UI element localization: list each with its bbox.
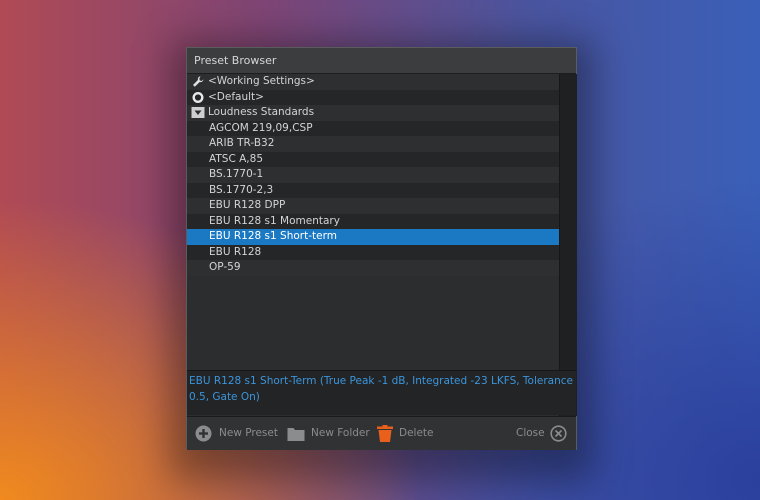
close-icon xyxy=(550,425,567,442)
footer-toolbar: New Preset New Folder Delete Close xyxy=(187,416,576,450)
delete-button[interactable]: Delete xyxy=(377,417,437,450)
list-item-label: EBU R128 DPP xyxy=(209,199,286,211)
list-item-label: <Working Settings> xyxy=(208,75,315,87)
folder-loudness-standards[interactable]: Loudness Standards xyxy=(187,105,559,121)
list-item[interactable]: EBU R128 DPP xyxy=(187,198,559,214)
list-item-label: OP-59 xyxy=(209,261,241,273)
list-item-label: EBU R128 xyxy=(209,245,262,258)
list-item[interactable]: AGCOM 219,09,CSP xyxy=(187,120,559,136)
wrench-icon xyxy=(193,76,204,87)
list-item-label: ATSC A,85 xyxy=(209,152,263,165)
list-scrollbar[interactable] xyxy=(559,74,577,416)
folder-expanded-icon xyxy=(191,107,205,118)
list-item-label: AGCOM 219,09,CSP xyxy=(209,121,313,134)
new-folder-button[interactable]: New Folder xyxy=(287,417,370,450)
window-title: Preset Browser xyxy=(187,48,576,74)
new-preset-button[interactable]: New Preset xyxy=(195,417,278,450)
trash-icon xyxy=(377,425,393,442)
list-item[interactable]: ARIB TR-B32 xyxy=(187,136,559,152)
list-item-working-settings[interactable]: <Working Settings> xyxy=(187,74,559,90)
list-item-label: <Default> xyxy=(208,90,264,103)
folder-icon xyxy=(287,428,305,441)
plus-circle-icon xyxy=(195,425,212,442)
list-item[interactable]: EBU R128 xyxy=(187,244,559,260)
preset-list: <Working Settings> <Default> Loudness St… xyxy=(187,74,559,416)
list-item[interactable]: BS.1770-1 xyxy=(187,167,559,183)
list-item-label: BS.1770-2,3 xyxy=(209,183,274,196)
new-folder-label: New Folder xyxy=(311,427,370,439)
list-item[interactable]: EBU R128 s1 Momentary xyxy=(187,213,559,229)
list-item[interactable]: ATSC A,85 xyxy=(187,151,559,167)
preset-browser-window: Preset Browser <Working Settings> <Defau… xyxy=(186,47,577,450)
delete-label: Delete xyxy=(399,427,434,439)
list-item-label: EBU R128 s1 Short-term xyxy=(209,230,337,242)
list-item-label: EBU R128 s1 Momentary xyxy=(209,214,340,227)
preset-description: EBU R128 s1 Short-Term (True Peak -1 dB,… xyxy=(187,370,576,415)
close-label: Close xyxy=(516,427,545,439)
list-item[interactable]: OP-59 xyxy=(187,260,559,276)
list-item-default[interactable]: <Default> xyxy=(187,89,559,105)
list-item-label: ARIB TR-B32 xyxy=(209,137,275,149)
list-item-label: BS.1770-1 xyxy=(209,168,264,180)
circle-icon xyxy=(192,91,204,103)
list-item-selected[interactable]: EBU R128 s1 Short-term xyxy=(187,229,559,245)
close-button[interactable]: Close xyxy=(515,417,569,450)
list-item[interactable]: BS.1770-2,3 xyxy=(187,182,559,198)
folder-label: Loudness Standards xyxy=(208,106,315,118)
new-preset-label: New Preset xyxy=(219,427,278,439)
